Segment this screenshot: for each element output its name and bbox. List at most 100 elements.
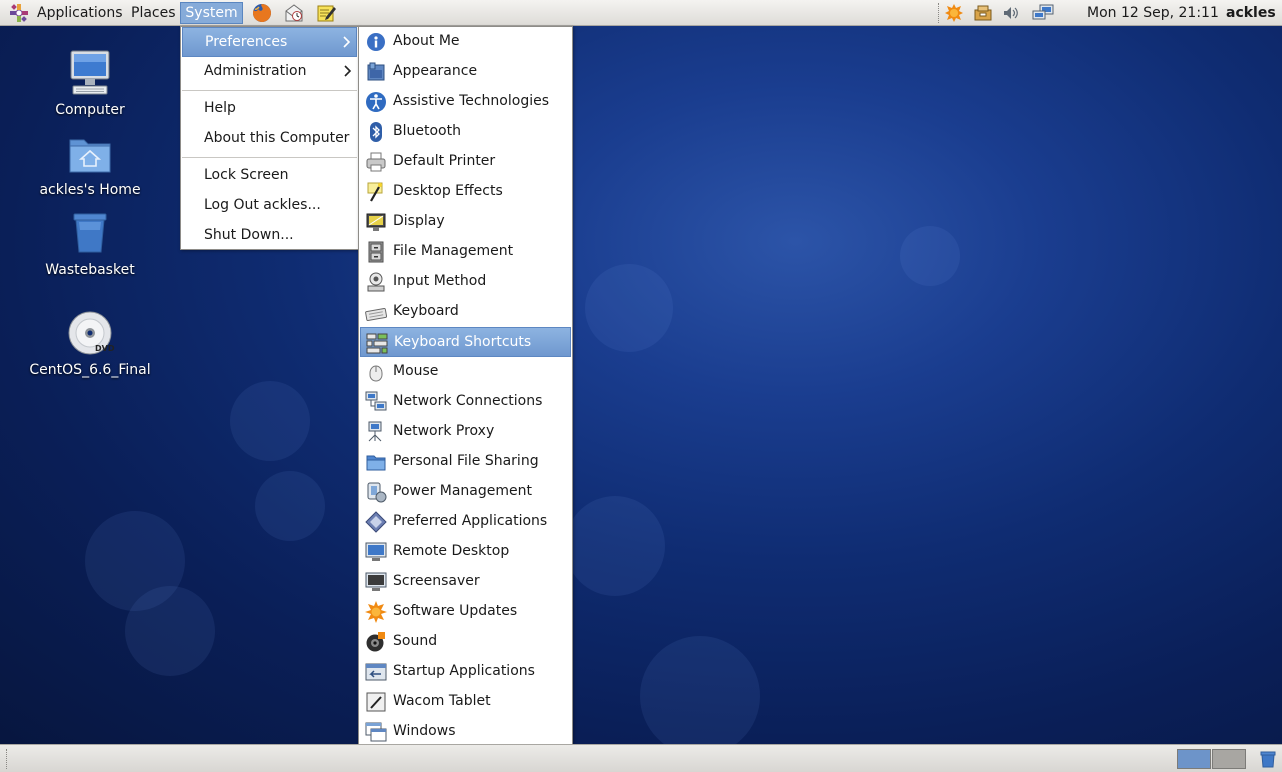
menu-item-lock-screen[interactable]: Lock Screen	[182, 161, 357, 191]
menu-item-keyboard[interactable]: Keyboard	[360, 297, 571, 327]
accessibility-icon	[366, 92, 386, 112]
menu-item-preferences[interactable]: Preferences	[182, 27, 357, 57]
menu-item-file-management[interactable]: File Management	[360, 237, 571, 267]
folder-share-icon	[366, 455, 386, 471]
menu-item-bluetooth[interactable]: Bluetooth	[360, 117, 571, 147]
mouse-icon	[369, 365, 383, 382]
bokeh-circle	[230, 381, 310, 461]
menu-item-about-computer[interactable]: About this Computer	[182, 124, 357, 154]
chevron-right-icon	[344, 65, 352, 77]
volume-icon[interactable]	[1002, 4, 1020, 22]
menu-item-label: Software Updates	[393, 603, 518, 619]
bokeh-circle	[640, 636, 760, 744]
bokeh-circle	[255, 471, 325, 541]
menu-item-power-management[interactable]: Power Management	[360, 477, 571, 507]
startup-apps-icon	[365, 663, 387, 681]
desktop-icon-label: CentOS_6.6_Final	[29, 362, 151, 378]
menu-item-log-out[interactable]: Log Out ackles...	[182, 191, 357, 221]
menu-item-startup-applications[interactable]: Startup Applications	[360, 657, 571, 687]
menu-item-shut-down[interactable]: Shut Down...	[182, 221, 357, 251]
desktop-icon-dvd[interactable]: DVD CentOS_6.6_Final	[25, 308, 155, 378]
menu-item-personal-file-sharing[interactable]: Personal File Sharing	[360, 447, 571, 477]
remote-desktop-icon	[365, 542, 387, 561]
menu-item-mouse[interactable]: Mouse	[360, 357, 571, 387]
home-folder-icon	[69, 139, 111, 173]
menu-item-label: Power Management	[393, 483, 533, 499]
menu-item-remote-desktop[interactable]: Remote Desktop	[360, 537, 571, 567]
network-proxy-icon	[368, 421, 382, 442]
menu-item-input-method[interactable]: Input Method	[360, 267, 571, 297]
panel-separator	[938, 3, 942, 23]
menu-item-label: Display	[393, 213, 445, 229]
menu-item-label: Administration	[204, 63, 307, 79]
firefox-icon[interactable]	[252, 3, 272, 23]
menu-item-desktop-effects[interactable]: Desktop Effects	[360, 177, 571, 207]
menu-applications[interactable]: Applications	[32, 2, 128, 24]
text-editor-icon[interactable]	[316, 3, 336, 23]
dvd-disc-icon: DVD	[68, 311, 115, 355]
desktop-icon-wastebasket[interactable]: Wastebasket	[25, 208, 155, 278]
menu-item-display[interactable]: Display	[360, 207, 571, 237]
menu-item-label: Remote Desktop	[393, 543, 510, 559]
menu-item-label: Mouse	[393, 363, 439, 379]
menu-item-keyboard-shortcuts[interactable]: Keyboard Shortcuts	[360, 327, 571, 357]
menu-item-network-connections[interactable]: Network Connections	[360, 387, 571, 417]
desktop-icon-home[interactable]: ackles's Home	[25, 128, 155, 198]
menu-item-label: Default Printer	[393, 153, 496, 169]
menu-places[interactable]: Places	[126, 2, 181, 24]
email-client-icon[interactable]	[284, 3, 304, 23]
menu-item-screensaver[interactable]: Screensaver	[360, 567, 571, 597]
menu-item-label: Network Proxy	[393, 423, 495, 439]
menu-item-label: Windows	[393, 723, 456, 739]
clock[interactable]: Mon 12 Sep, 21:11	[1087, 2, 1219, 24]
bluetooth-icon	[370, 122, 382, 142]
screensaver-icon	[365, 572, 387, 591]
software-updates-tray-icon[interactable]	[945, 4, 963, 22]
keyboard-shortcuts-icon	[366, 333, 388, 354]
menu-item-appearance[interactable]: Appearance	[360, 57, 571, 87]
menu-item-preferred-applications[interactable]: Preferred Applications	[360, 507, 571, 537]
menu-item-label: Bluetooth	[393, 123, 461, 139]
menu-item-about-me[interactable]: About Me	[360, 27, 571, 57]
printer-icon	[366, 152, 386, 172]
menu-item-label: Personal File Sharing	[393, 453, 539, 469]
user-menu[interactable]: ackles	[1226, 2, 1276, 24]
sound-icon	[366, 632, 385, 652]
computer-icon	[70, 50, 110, 95]
menu-item-administration[interactable]: Administration	[182, 57, 357, 87]
menu-item-sound[interactable]: Sound	[360, 627, 571, 657]
workspace-1[interactable]	[1177, 749, 1211, 769]
menu-item-label: Screensaver	[393, 573, 480, 589]
menu-item-label: About Me	[393, 33, 460, 49]
bokeh-circle	[900, 226, 960, 286]
menu-item-help[interactable]: Help	[182, 94, 357, 124]
menu-item-label: Appearance	[393, 63, 478, 79]
top-panel: Applications Places System Mon 12 Sep, 2…	[0, 0, 1282, 26]
desktop-effects-icon	[367, 182, 383, 202]
menu-item-assistive-technologies[interactable]: Assistive Technologies	[360, 87, 571, 117]
network-tray-icon[interactable]	[1032, 4, 1054, 22]
tablet-icon	[366, 692, 386, 712]
menu-item-label: Keyboard	[393, 303, 459, 319]
menu-item-label: Keyboard Shortcuts	[394, 334, 532, 350]
menu-item-label: Input Method	[393, 273, 487, 289]
panel-handle	[6, 749, 10, 769]
menu-item-wacom-tablet[interactable]: Wacom Tablet	[360, 687, 571, 717]
package-updater-tray-icon[interactable]	[974, 4, 992, 22]
menu-item-default-printer[interactable]: Default Printer	[360, 147, 571, 177]
desktop-icon-computer[interactable]: Computer	[25, 48, 155, 118]
input-method-icon	[367, 272, 385, 292]
menu-system[interactable]: System	[180, 2, 243, 24]
menu-item-software-updates[interactable]: Software Updates	[360, 597, 571, 627]
menu-item-network-proxy[interactable]: Network Proxy	[360, 417, 571, 447]
menu-item-label: Startup Applications	[393, 663, 535, 679]
bokeh-circle	[125, 586, 215, 676]
menu-separator	[182, 157, 357, 158]
menu-item-label: Desktop Effects	[393, 183, 503, 199]
keyboard-icon	[365, 307, 387, 322]
workspace-2[interactable]	[1212, 749, 1246, 769]
trash-applet-icon[interactable]	[1258, 749, 1278, 769]
centos-logo-icon	[10, 4, 28, 22]
menu-item-label: Preferred Applications	[393, 513, 548, 529]
menu-item-windows[interactable]: Windows	[360, 717, 571, 747]
